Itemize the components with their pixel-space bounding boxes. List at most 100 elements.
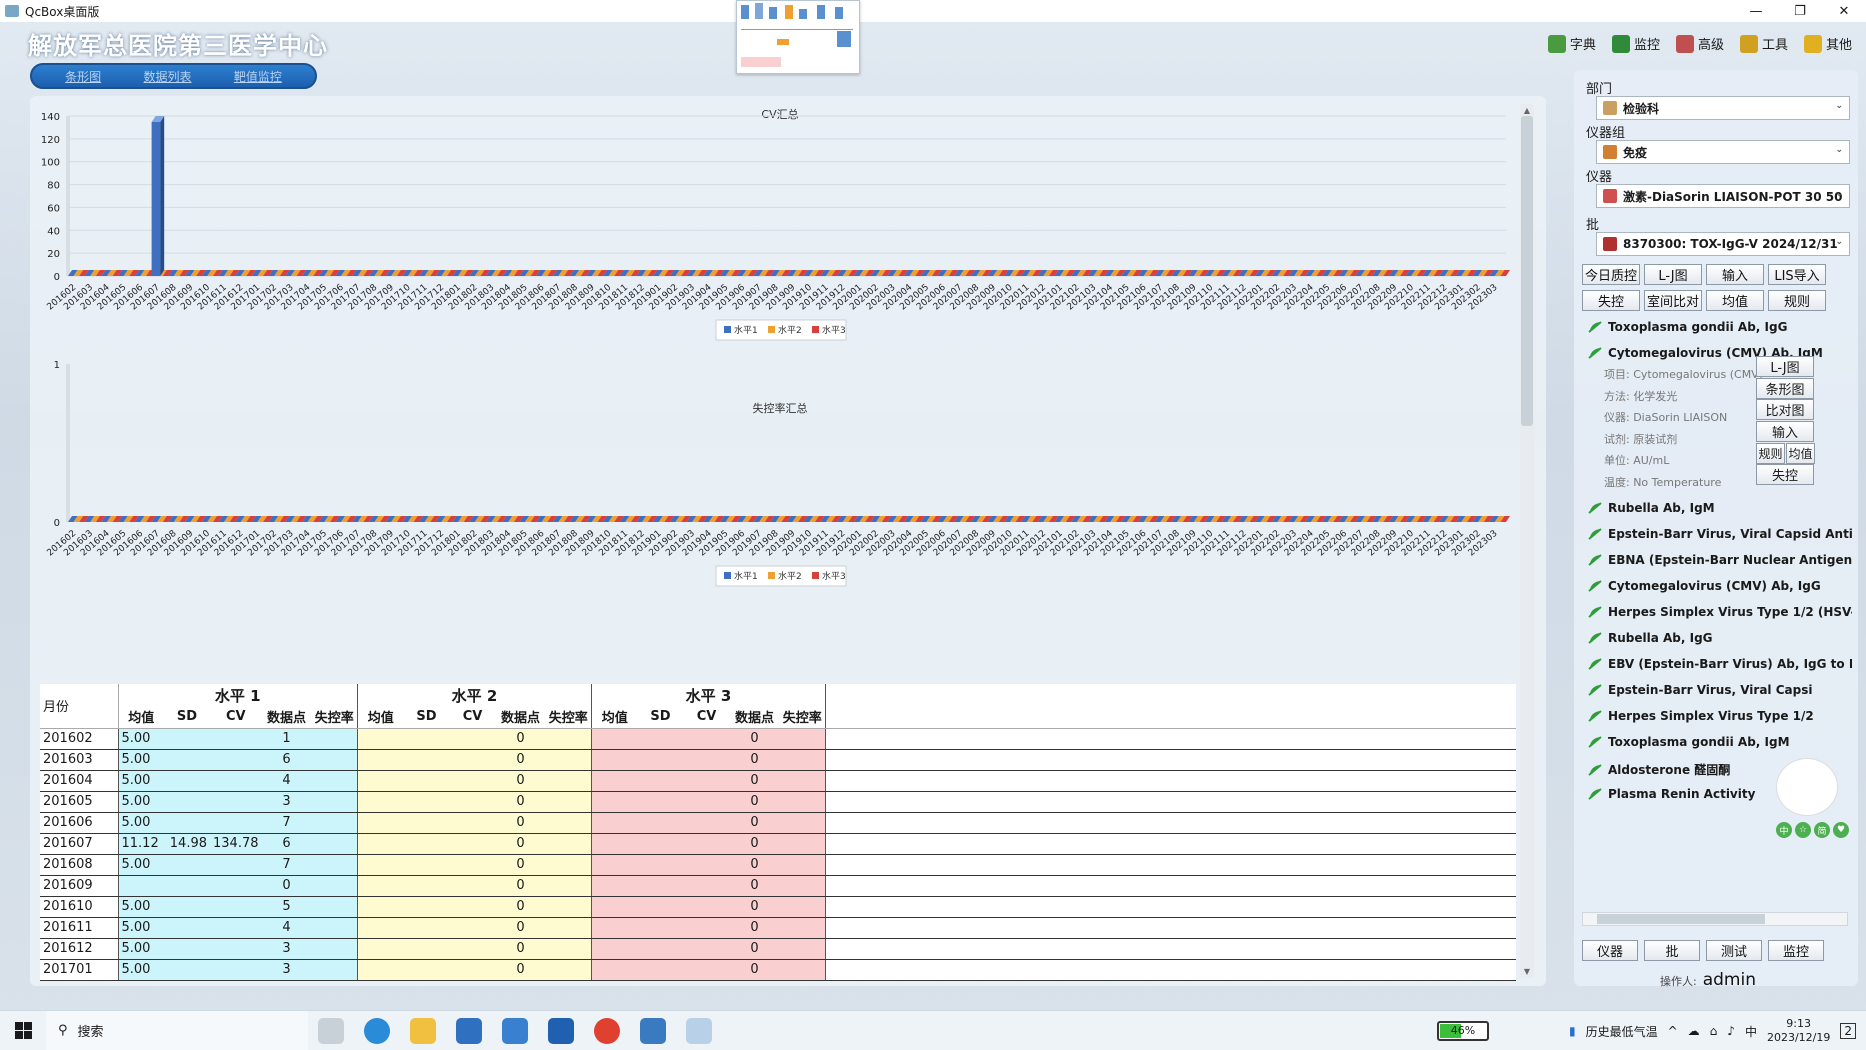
instrument-select[interactable]: 激素-DiaSorin LIAISON-POT 30 50 ⌄ — [1596, 184, 1850, 208]
minimize-button[interactable]: — — [1734, 0, 1778, 22]
start-button[interactable] — [0, 1011, 46, 1050]
test-item-label: Plasma Renin Activity — [1608, 787, 1756, 801]
instrument-group-select[interactable]: 免疫 ⌄ — [1596, 140, 1850, 164]
test-item[interactable]: Herpes Simplex Virus Type 1/2 — [1588, 709, 1814, 723]
battery-indicator[interactable]: 46% — [1436, 1021, 1489, 1041]
today-qc-button[interactable]: 今日质控 — [1582, 264, 1640, 285]
lj-chart-button[interactable]: L-J图 — [1644, 264, 1702, 285]
main-vertical-scrollbar[interactable]: ▲ ▼ — [1520, 104, 1534, 978]
browser-icon[interactable] — [548, 1017, 574, 1044]
ime-simplified-icon[interactable]: 简 — [1814, 822, 1830, 838]
lot-select[interactable]: 8370300: TOX-IgG-V 2024/12/31 ⌄ — [1596, 232, 1850, 256]
table-row[interactable]: 201604 5.00 4 0 0 — [40, 770, 1516, 792]
test-item[interactable]: Aldosterone 醛固酮 — [1588, 761, 1730, 778]
test-item[interactable]: Rubella Ab, IgG — [1588, 631, 1713, 645]
empty-cell — [825, 833, 1516, 855]
test-detail-button[interactable]: 输入 — [1756, 421, 1814, 442]
test-detail-button[interactable]: 均值 — [1786, 443, 1815, 464]
l2-cell — [449, 812, 496, 834]
menu-dictionary[interactable]: 字典 — [1547, 34, 1596, 53]
test-detail-button[interactable]: 失控 — [1756, 464, 1814, 485]
mail-icon[interactable] — [502, 1017, 528, 1044]
test-item[interactable]: Plasma Renin Activity — [1588, 787, 1755, 801]
other-icon — [1803, 34, 1822, 53]
restore-button[interactable]: ❐ — [1778, 0, 1822, 22]
test-detail-button[interactable]: 条形图 — [1756, 378, 1814, 399]
test-detail-button[interactable]: 规则 — [1756, 443, 1785, 464]
tray-chevron-icon[interactable]: ^ — [1668, 1024, 1678, 1038]
table-row[interactable]: 201611 5.00 4 0 0 — [40, 917, 1516, 939]
input-button[interactable]: 输入 — [1706, 264, 1764, 285]
notification-icon[interactable]: 2 — [1840, 1023, 1856, 1039]
test-button[interactable]: 测试 — [1706, 940, 1762, 961]
chrome-icon[interactable] — [594, 1017, 620, 1044]
ime-icon[interactable]: 中 — [1745, 1023, 1757, 1040]
test-item[interactable]: Rubella Ab, IgM — [1588, 501, 1715, 515]
l2-cell — [357, 917, 404, 939]
table-row[interactable]: 201606 5.00 7 0 0 — [40, 812, 1516, 834]
test-item[interactable]: Toxoplasma gondii Ab, IgM — [1588, 735, 1790, 749]
scroll-up-arrow[interactable]: ▲ — [1521, 106, 1533, 115]
table-row[interactable]: 201701 5.00 3 0 0 — [40, 959, 1516, 981]
test-item[interactable]: EBNA (Epstein-Barr Nuclear Antigen) Ab, … — [1588, 553, 1852, 567]
menu-other[interactable]: 其他 — [1803, 34, 1852, 53]
cloud-icon[interactable]: ☁ — [1688, 1024, 1700, 1038]
y-tick-label: 80 — [47, 181, 60, 192]
test-list-hscrollbar[interactable] — [1582, 912, 1848, 926]
table-row[interactable]: 201609 0 0 0 — [40, 875, 1516, 897]
table-row[interactable]: 201603 5.00 6 0 0 — [40, 749, 1516, 771]
window-thumbnail-preview[interactable] — [736, 0, 860, 74]
l1-cell — [311, 854, 358, 876]
store-icon[interactable] — [456, 1017, 482, 1044]
tab-data-list[interactable]: 数据列表 — [143, 68, 191, 85]
table-row[interactable]: 201608 5.00 7 0 0 — [40, 854, 1516, 876]
mean-button[interactable]: 均值 — [1706, 290, 1764, 311]
table-row[interactable]: 201602 5.00 1 0 0 — [40, 728, 1516, 750]
dept-select[interactable]: 检验科 ⌄ — [1596, 96, 1850, 120]
test-item[interactable]: Toxoplasma gondii Ab, IgG — [1588, 320, 1787, 334]
close-button[interactable]: ✕ — [1822, 0, 1866, 22]
ime-heart-icon[interactable]: ♥ — [1833, 822, 1849, 838]
menu-advanced[interactable]: 高级 — [1675, 34, 1724, 53]
tab-target-monitor[interactable]: 靶值监控 — [234, 68, 282, 85]
instrument-button[interactable]: 仪器 — [1582, 940, 1638, 961]
test-item[interactable]: Epstein-Barr Virus, Viral Capsid Antigen… — [1588, 527, 1852, 541]
ime-chinese-icon[interactable]: 中 — [1776, 822, 1792, 838]
tab-bar-chart[interactable]: 条形图 — [65, 68, 101, 85]
clock[interactable]: 9:13 2023/12/19 — [1767, 1017, 1830, 1045]
interlab-compare-button[interactable]: 室间比对 — [1644, 290, 1702, 311]
test-item[interactable]: EBV (Epstein-Barr Virus) Ab, IgG to Earl… — [1588, 657, 1852, 671]
table-row[interactable]: 201605 5.00 3 0 0 — [40, 791, 1516, 813]
test-detail-button[interactable]: L-J图 — [1756, 356, 1814, 377]
file-explorer-icon[interactable] — [410, 1017, 436, 1044]
monitor-button[interactable]: 监控 — [1768, 940, 1824, 961]
menu-tools[interactable]: 工具 — [1739, 34, 1788, 53]
test-item[interactable]: Herpes Simplex Virus Type 1/2 (HSV-1/2) … — [1588, 605, 1852, 619]
volume-icon[interactable]: ♪ — [1727, 1024, 1735, 1038]
network-icon[interactable]: ⌂ — [1710, 1024, 1718, 1038]
lis-import-button[interactable]: LIS导入 — [1768, 264, 1826, 285]
table-row[interactable]: 201612 5.00 3 0 0 — [40, 938, 1516, 960]
scroll-down-arrow[interactable]: ▼ — [1521, 967, 1533, 976]
test-detail-button[interactable]: 比对图 — [1756, 399, 1814, 420]
col-header-level1: CV — [210, 706, 262, 729]
empty-cell — [825, 749, 1516, 771]
weather-text[interactable]: 历史最低气温 — [1586, 1023, 1658, 1040]
table-row[interactable]: 201607 11.12 14.98 134.78 6 0 0 — [40, 833, 1516, 855]
hscroll-thumb[interactable] — [1597, 914, 1765, 924]
out-of-control-button[interactable]: 失控 — [1582, 290, 1640, 311]
qcbox-taskbar-icon[interactable] — [686, 1017, 712, 1044]
table-row[interactable]: 201610 5.00 5 0 0 — [40, 896, 1516, 918]
menu-monitor[interactable]: 监控 — [1611, 34, 1660, 53]
task-view-icon[interactable] — [318, 1017, 344, 1044]
test-item[interactable]: Cytomegalovirus (CMV) Ab, IgG — [1588, 579, 1821, 593]
assistant-mascot[interactable] — [1776, 758, 1838, 816]
taskbar-search[interactable]: ⚲ 搜索 — [46, 1010, 308, 1050]
rules-button[interactable]: 规则 — [1768, 290, 1826, 311]
scroll-thumb[interactable] — [1521, 116, 1533, 426]
ime-star-icon[interactable]: ☆ — [1795, 822, 1811, 838]
lot-button[interactable]: 批 — [1644, 940, 1700, 961]
app-s-icon[interactable] — [640, 1017, 666, 1044]
edge-icon[interactable] — [364, 1017, 390, 1044]
test-item[interactable]: Epstein-Barr Virus, Viral Capsi — [1588, 683, 1812, 697]
